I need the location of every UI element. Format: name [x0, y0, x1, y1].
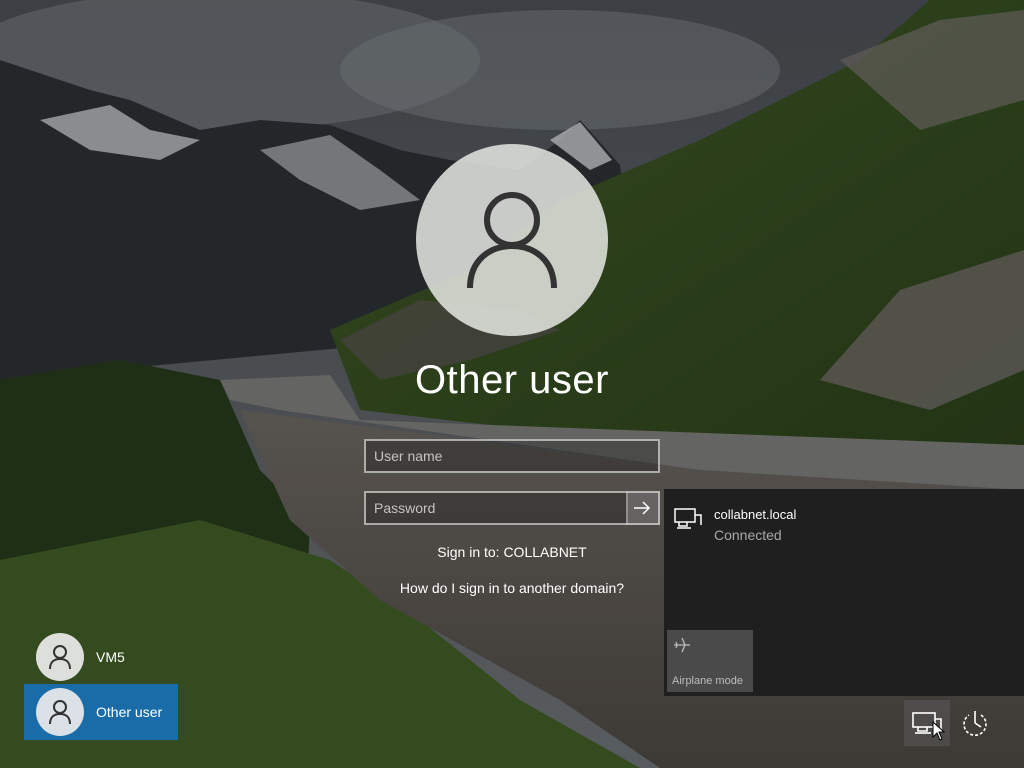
submit-button[interactable]	[626, 491, 660, 525]
network-item[interactable]: collabnet.local Connected	[674, 505, 974, 545]
network-button[interactable]	[904, 700, 950, 746]
power-button[interactable]	[952, 700, 998, 746]
user-tile-label: VM5	[96, 649, 125, 665]
user-silhouette-icon	[49, 645, 71, 670]
ethernet-network-icon	[912, 712, 942, 734]
user-silhouette-icon	[49, 700, 71, 725]
lock-screen: Other user Sign in to: COLLABNET How do …	[0, 0, 1024, 768]
user-avatar	[416, 144, 608, 336]
avatar	[36, 688, 84, 736]
arrow-right-icon	[634, 501, 651, 515]
user-tile-label: Other user	[96, 704, 163, 720]
domain-help-link[interactable]: How do I sign in to another domain?	[312, 580, 712, 596]
airplane-mode-toggle[interactable]: Airplane mode	[667, 630, 753, 692]
user-title: Other user	[415, 358, 609, 402]
user-tile-other-user[interactable]: Other user	[24, 684, 178, 740]
avatar	[36, 633, 84, 681]
sign-in-domain-label: Sign in to: COLLABNET	[437, 544, 587, 560]
airplane-icon	[674, 637, 690, 653]
username-field[interactable]	[364, 439, 660, 473]
password-field[interactable]	[364, 491, 628, 525]
user-tile-vm5[interactable]: VM5	[24, 629, 178, 685]
network-status: Connected	[714, 527, 782, 543]
ethernet-network-icon	[674, 508, 702, 529]
airplane-mode-label: Airplane mode	[672, 675, 743, 687]
network-flyout: collabnet.local Connected Airplane mode	[664, 489, 1024, 696]
network-name: collabnet.local	[714, 507, 797, 522]
power-icon	[963, 711, 987, 736]
user-silhouette-icon	[467, 192, 557, 289]
